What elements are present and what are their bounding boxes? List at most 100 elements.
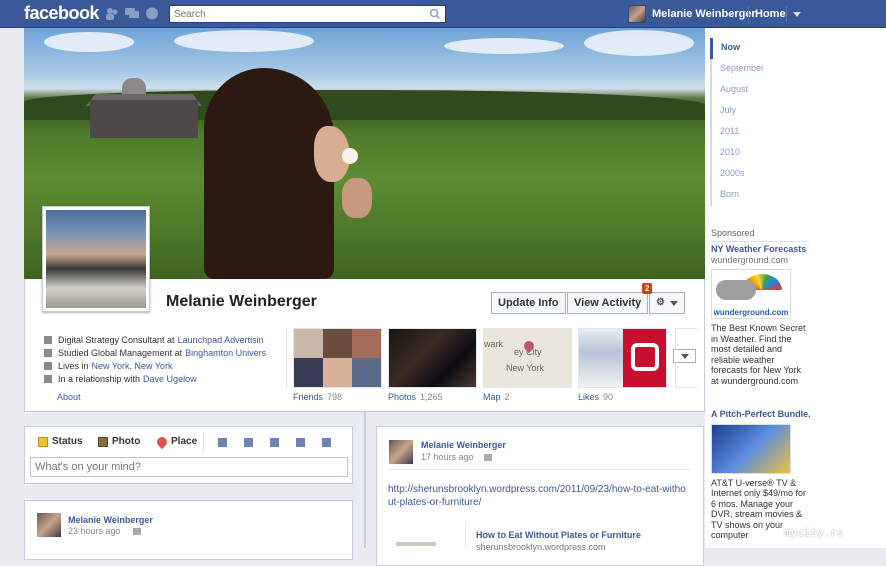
about-link[interactable]: Launchpad Advertisin: [178, 335, 264, 345]
topbar-user-name: Melanie Weinberger: [652, 8, 756, 20]
about-education: Studied Global Management at Binghamton …: [44, 346, 286, 359]
map-tile[interactable]: wark ey City New York: [483, 328, 572, 388]
notifications-globe-icon[interactable]: [145, 7, 159, 20]
heart-icon[interactable]: [244, 438, 253, 447]
link-preview-title[interactable]: How to Eat Without Plates or Furniture: [476, 530, 641, 540]
composer-tab-photo[interactable]: Photo: [98, 436, 140, 447]
avatar[interactable]: [389, 440, 413, 464]
account-menu-chevron-down-icon[interactable]: [793, 12, 801, 17]
likes-label[interactable]: Likes 90: [578, 392, 613, 402]
place-pin-icon: [154, 434, 170, 449]
timeline-nav-2011[interactable]: 2011: [712, 122, 770, 143]
divider: [711, 241, 809, 242]
friends-label[interactable]: Friends 798: [293, 392, 342, 402]
link-preview-thumbnail[interactable]: [388, 522, 466, 548]
ad-title[interactable]: A Pitch-Perfect Bundle.: [711, 409, 811, 420]
divider: [286, 328, 287, 388]
about-summary: Digital Strategy Consultant at Launchpad…: [44, 333, 286, 385]
search-input[interactable]: [170, 6, 420, 22]
thumbs-up-icon[interactable]: [296, 438, 305, 447]
watermark: mycity.rs: [784, 528, 844, 540]
search-icon[interactable]: [429, 7, 441, 21]
about-location: Lives in New York, New York: [44, 359, 286, 372]
about-link[interactable]: Binghamton Univers: [185, 348, 266, 358]
liked-page-thumbnail: [623, 329, 666, 387]
cloud: [44, 32, 134, 52]
about-link[interactable]: New York, New York: [92, 361, 173, 371]
likes-tile[interactable]: [578, 328, 667, 388]
timeline-nav-september[interactable]: September: [712, 59, 770, 80]
map-place-label: New York: [506, 363, 545, 373]
search-box[interactable]: [169, 5, 446, 23]
friend-photo: [352, 358, 381, 387]
post-author[interactable]: Melanie Weinberger: [68, 515, 153, 525]
timeline-spine: [364, 412, 366, 548]
ad-image[interactable]: [711, 423, 791, 474]
settings-button[interactable]: ⚙: [649, 292, 685, 314]
status-input[interactable]: What's on your mind?: [30, 457, 348, 477]
cloud: [174, 30, 314, 52]
house-icon: [44, 361, 52, 370]
calendar-icon[interactable]: [218, 438, 227, 447]
sponsored-heading: Sponsored: [711, 228, 755, 238]
briefcase-icon: [44, 335, 52, 344]
timeline-nav-born[interactable]: Born: [712, 185, 770, 206]
tile-count: 798: [327, 392, 343, 402]
more-sections-dropdown[interactable]: [673, 349, 696, 363]
photos-tile[interactable]: [388, 328, 477, 388]
woman-hand: [342, 178, 372, 218]
photos-label[interactable]: Photos 1,265: [388, 392, 443, 402]
post-timestamp[interactable]: 23 hours ago: [68, 526, 121, 536]
friends-grid: [294, 329, 381, 387]
ad-att[interactable]: A Pitch-Perfect Bundle. AT&T U-verse® TV…: [711, 409, 811, 541]
post-author[interactable]: Melanie Weinberger: [421, 440, 506, 450]
about-link[interactable]: Dave Ugelow: [143, 374, 197, 384]
flag-icon[interactable]: [322, 438, 331, 447]
friend-requests-icon[interactable]: [105, 7, 119, 20]
post-link[interactable]: http://sherunsbrooklyn.wordpress.com/201…: [388, 483, 688, 509]
timeline-nav-2010[interactable]: 2010: [712, 143, 770, 164]
profile-picture[interactable]: [42, 206, 150, 312]
chevron-down-icon: [670, 301, 678, 306]
composer-tab-place[interactable]: Place: [154, 434, 197, 449]
avatar[interactable]: [37, 513, 61, 537]
post-timestamp[interactable]: 17 hours ago: [421, 452, 474, 462]
home-link[interactable]: Home: [755, 8, 786, 20]
messages-icon[interactable]: [125, 7, 139, 20]
ad-title[interactable]: NY Weather Forecasts: [711, 244, 811, 255]
composer-tab-status[interactable]: Status: [38, 436, 83, 447]
about-link[interactable]: About: [57, 392, 81, 402]
update-info-button[interactable]: Update Info: [491, 292, 566, 314]
topbar-profile-link[interactable]: Melanie Weinberger: [628, 5, 756, 23]
about-text: Studied Global Management at: [58, 347, 183, 358]
activity-notification-badge: 2: [642, 283, 653, 294]
timeline-navigation: Now September August July 2011 2010 2000…: [710, 38, 770, 206]
audience-friends-icon[interactable]: [484, 454, 492, 461]
map-label[interactable]: Map 2: [483, 392, 510, 402]
friends-tile[interactable]: [293, 328, 382, 388]
liked-page-thumbnail: [579, 329, 623, 387]
top-bar: facebook Melanie Weinberger Home: [0, 0, 886, 28]
view-activity-button[interactable]: View Activity: [567, 292, 649, 314]
about-text: Digital Strategy Consultant at: [58, 334, 175, 345]
timeline-nav-now[interactable]: Now: [710, 38, 770, 59]
preview-image-strip: [396, 542, 436, 546]
timeline-nav-august[interactable]: August: [712, 80, 770, 101]
timeline-nav-2000s[interactable]: 2000s: [712, 164, 770, 185]
audience-friends-icon[interactable]: [133, 528, 141, 535]
timeline-nav-july[interactable]: July: [712, 101, 770, 122]
ad-weather[interactable]: NY Weather Forecasts wunderground.com wu…: [711, 244, 811, 386]
graduation-cap-icon: [44, 348, 52, 357]
about-work: Digital Strategy Consultant at Launchpad…: [44, 333, 286, 346]
friend-photo: [294, 358, 323, 387]
tile-label: Likes: [578, 392, 600, 402]
divider: [786, 6, 787, 22]
cloud: [444, 38, 564, 54]
facebook-logo[interactable]: facebook: [24, 3, 100, 24]
divider: [748, 6, 749, 22]
heart-icon: [44, 374, 52, 383]
ad-image[interactable]: wunderground.com: [711, 269, 791, 319]
profile-name[interactable]: Melanie Weinberger: [166, 293, 317, 311]
house-icon[interactable]: [270, 438, 279, 447]
tile-label: Friends: [293, 392, 324, 402]
